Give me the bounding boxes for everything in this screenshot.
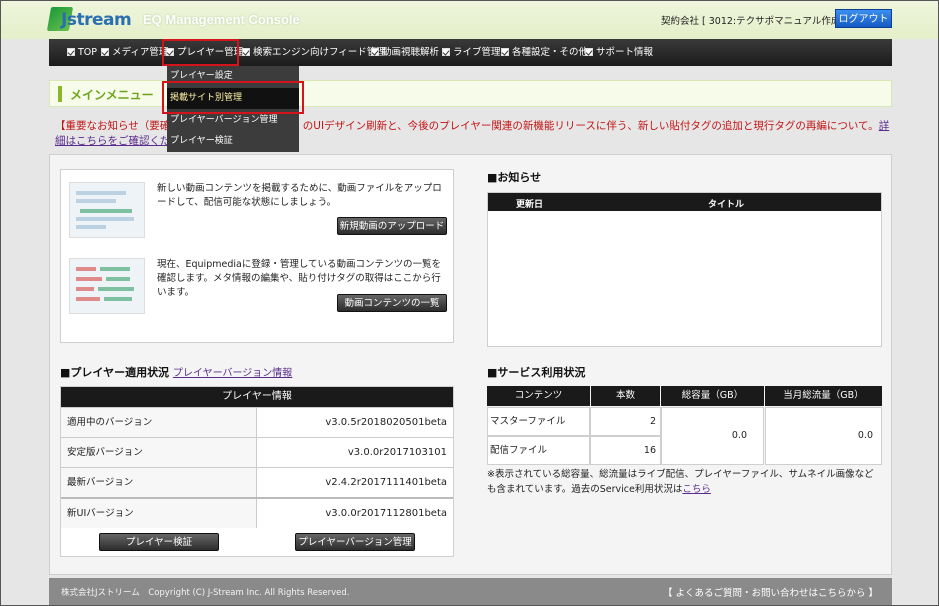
nav-label: メディア管理	[112, 47, 169, 58]
nav-label: サポート情報	[596, 47, 654, 58]
row-value: v3.0.0r2017103101	[347, 447, 447, 458]
checkbox-icon	[371, 48, 379, 56]
logo-text: Jstream	[61, 10, 132, 30]
service-row-label: マスターファイル	[487, 407, 590, 436]
service-status-title: ■サービス利用状況	[487, 366, 586, 379]
upload-box: 新しい動画コンテンツを掲載するために、動画ファイルをアップロードして、配信可能な…	[60, 169, 454, 343]
row-label: 最新バージョン	[61, 468, 257, 497]
upload-description: 新しい動画コンテンツを掲載するために、動画ファイルをアップロードして、配信可能な…	[157, 183, 442, 208]
checkbox-icon	[501, 48, 509, 56]
table-row: 安定版バージョン v3.0.0r2017103101	[61, 437, 453, 467]
col-header-capacity: 総容量（GB）	[661, 386, 764, 406]
app-window: Jstream EQ Management Console 契約会社 [ 301…	[0, 0, 939, 606]
service-table: コンテンツ 本数 総容量（GB） 当月総流量（GB） マスターファイル 2 配信…	[487, 386, 882, 465]
service-row-label: 配信ファイル	[487, 436, 590, 465]
notice-prefix: 【重要なお知らせ（要確認	[55, 120, 181, 132]
checkbox-icon	[585, 48, 593, 56]
service-history-link[interactable]: こちら	[682, 484, 711, 495]
player-version-info-link[interactable]: プレイヤーバージョン情報	[173, 368, 292, 379]
nav-label: 動画視聴解析	[382, 47, 440, 58]
nav-label: 各種設定・その他	[512, 47, 589, 58]
service-note-text: ※表示されている総容量、総流量はライブ配信、プレイヤーファイル、サムネイル画像な…	[487, 469, 874, 495]
jstream-logo[interactable]: Jstream	[46, 5, 132, 35]
col-header-count: 本数	[591, 386, 660, 406]
console-title: EQ Management Console	[143, 12, 300, 27]
notice-body: のUIデザイン刷新と、今後のプレイヤー関連の新機能リリースに伴う、新しい貼付タグ…	[302, 120, 879, 132]
service-row-count: 16	[590, 436, 661, 465]
row-value: v3.0.5r2018020501beta	[325, 417, 447, 428]
news-table: 更新日 タイトル	[487, 192, 882, 347]
row-value: v2.4.2r2017111401beta	[325, 477, 447, 488]
upload-video-button[interactable]: 新規動画のアップロード	[337, 217, 447, 235]
nav-label: 検索エンジン向けフィード管理	[253, 47, 386, 58]
col-header-content: コンテンツ	[487, 386, 590, 406]
nav-label: TOP	[78, 47, 98, 58]
checkbox-icon	[101, 48, 109, 56]
nav-item-seo-feed[interactable]: 検索エンジン向けフィード管理	[242, 39, 386, 66]
footer: 株式会社Jストリーム Copyright (C) J-Stream Inc. A…	[49, 578, 892, 605]
checkbox-icon	[67, 48, 75, 56]
content-list-thumbnail	[69, 258, 145, 314]
col-header-traffic: 当月総流量（GB）	[765, 386, 882, 406]
news-header: 更新日 タイトル	[488, 193, 881, 211]
main-menu-accent	[58, 86, 62, 102]
table-row: 最新バージョン v2.4.2r2017111401beta	[61, 467, 453, 497]
main-menu-title: メインメニュー	[70, 88, 154, 102]
news-title: ■お知らせ	[487, 171, 542, 184]
total-capacity-value: 0.0	[661, 407, 764, 465]
service-row-count: 2	[590, 407, 661, 436]
service-note: ※表示されている総容量、総流量はライブ配信、プレイヤーファイル、サムネイル画像な…	[487, 467, 882, 497]
news-col-title: タイトル	[708, 200, 745, 210]
table-row: 適用中のバージョン v3.0.5r2018020501beta	[61, 407, 453, 437]
player-verify-button[interactable]: プレイヤー検証	[99, 533, 219, 551]
row-label: 新UIバージョン	[61, 499, 257, 528]
player-info-table: プレイヤー情報 適用中のバージョン v3.0.5r2018020501beta …	[60, 386, 454, 557]
table-row: 新UIバージョン v3.0.0r2017112801beta	[61, 497, 453, 528]
footer-copyright: 株式会社Jストリーム Copyright (C) J-Stream Inc. A…	[61, 588, 350, 598]
row-label: 適用中のバージョン	[61, 408, 257, 437]
footer-faq-link[interactable]: 【 よくあるご質問・お問い合わせはこちらから 】	[663, 585, 878, 599]
nav-item-top[interactable]: TOP	[67, 39, 97, 66]
logout-button[interactable]: ログアウト	[835, 9, 892, 28]
nav-item-support[interactable]: サポート情報	[585, 39, 653, 66]
dropdown-highlight-box	[162, 81, 304, 114]
player-status-label: ■プレイヤー適用状況	[60, 366, 170, 379]
upload-thumbnail	[69, 182, 145, 238]
news-col-date: 更新日	[516, 200, 544, 210]
menu-item-player-verify[interactable]: プレイヤー検証	[167, 131, 299, 152]
row-value: v3.0.0r2017112801beta	[325, 508, 447, 519]
nav-highlight-box	[162, 39, 239, 66]
player-version-manage-button[interactable]: プレイヤーバージョン管理	[295, 533, 415, 551]
nav-item-settings[interactable]: 各種設定・その他	[501, 39, 588, 66]
monthly-traffic-value: 0.0	[765, 407, 882, 465]
checkbox-icon	[242, 48, 250, 56]
player-info-header: プレイヤー情報	[61, 387, 453, 407]
nav-label: ライブ管理	[453, 47, 501, 58]
checkbox-icon	[442, 48, 450, 56]
contract-info: 契約会社 [ 3012:テクサポマニュアル作成用 ]	[661, 16, 857, 27]
row-label: 安定版バージョン	[61, 438, 257, 467]
header: Jstream EQ Management Console 契約会社 [ 301…	[1, 1, 938, 39]
nav-item-analytics[interactable]: 動画視聴解析	[371, 39, 439, 66]
player-status-title: ■プレイヤー適用状況 プレイヤーバージョン情報	[60, 364, 292, 380]
content-list-button[interactable]: 動画コンテンツの一覧	[337, 294, 447, 312]
nav-item-media[interactable]: メディア管理	[101, 39, 168, 66]
nav-item-live[interactable]: ライブ管理	[442, 39, 501, 66]
